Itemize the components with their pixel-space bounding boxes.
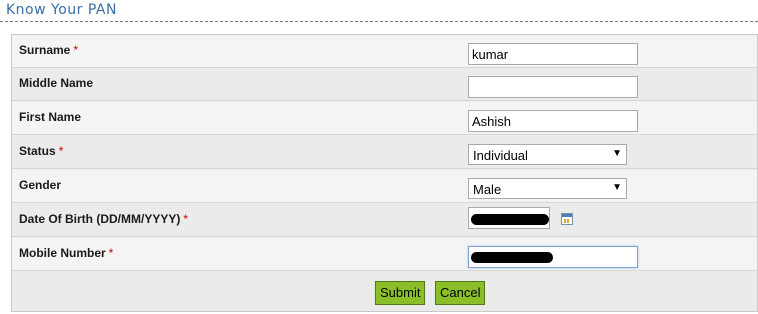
dob-input[interactable] [468, 207, 550, 229]
middle-name-row: Middle Name [12, 68, 757, 101]
gender-selected-value: Male [473, 182, 502, 197]
surname-row: Surname * kumar [12, 35, 757, 68]
required-marker: * [108, 246, 114, 260]
submit-button[interactable]: Submit [375, 281, 426, 305]
status-select[interactable]: Individual ▼ [468, 144, 627, 165]
status-row: Status * Individual ▼ [12, 136, 757, 169]
mobile-number-input[interactable] [468, 246, 638, 268]
gender-label: Gender [19, 178, 62, 192]
first-name-label: First Name [19, 110, 82, 124]
required-marker: * [58, 144, 64, 158]
dropdown-arrow-icon: ▼ [612, 148, 622, 159]
middle-name-input[interactable] [468, 76, 638, 98]
surname-label: Surname * [19, 43, 79, 57]
first-name-row: First Name Ashish [12, 102, 757, 135]
dob-label: Date Of Birth (DD/MM/YYYY) * [19, 212, 189, 226]
redacted-value [471, 252, 553, 263]
redacted-value [471, 214, 549, 225]
calendar-icon[interactable] [561, 213, 573, 225]
required-marker: * [183, 212, 189, 226]
button-bar: Submit Cancel [12, 271, 757, 311]
dropdown-arrow-icon: ▼ [612, 182, 622, 193]
dob-row: Date Of Birth (DD/MM/YYYY) * [12, 204, 757, 237]
mobile-number-label: Mobile Number * [19, 246, 114, 260]
gender-row: Gender Male ▼ [12, 170, 757, 203]
mobile-number-row: Mobile Number * [12, 238, 757, 271]
required-marker: * [73, 43, 79, 57]
page-title: Know Your PAN [6, 2, 117, 18]
title-divider [0, 21, 758, 22]
surname-input[interactable]: kumar [468, 43, 638, 65]
first-name-input[interactable]: Ashish [468, 110, 638, 132]
cancel-button[interactable]: Cancel [435, 281, 486, 305]
status-label: Status * [19, 144, 64, 158]
middle-name-label: Middle Name [19, 76, 94, 90]
know-your-pan-form: Surname * kumar Middle Name First Name As… [11, 34, 758, 312]
status-selected-value: Individual [473, 148, 528, 163]
gender-select[interactable]: Male ▼ [468, 178, 627, 199]
